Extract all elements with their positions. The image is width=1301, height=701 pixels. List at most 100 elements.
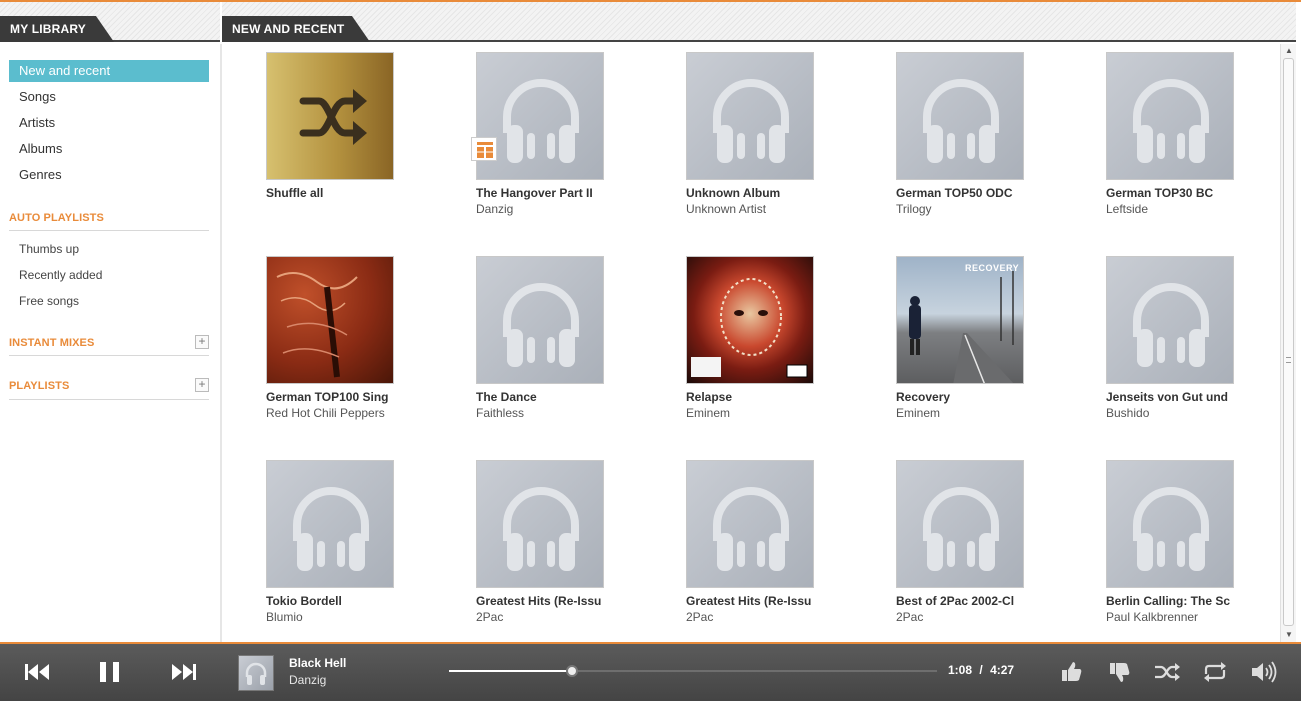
album-artist[interactable]: Faithless (476, 406, 598, 420)
album-artist[interactable]: Eminem (686, 406, 808, 420)
album-artist[interactable]: Danzig (476, 202, 598, 216)
sidebar-item-artists[interactable]: Artists (9, 112, 209, 134)
album-title[interactable]: Tokio Bordell (266, 594, 398, 608)
sidebar-item-genres[interactable]: Genres (9, 164, 209, 186)
now-playing-art[interactable] (238, 655, 274, 691)
shuffle-button[interactable] (1152, 658, 1182, 686)
headphones-placeholder-art[interactable] (686, 460, 814, 588)
album-artist[interactable]: 2Pac (686, 610, 808, 624)
album-artist[interactable]: Bushido (1106, 406, 1228, 420)
album-artist[interactable]: Eminem (896, 406, 1018, 420)
album-title[interactable]: The Dance (476, 390, 608, 404)
progress-knob[interactable] (566, 665, 578, 677)
pill-mosaic-face-art[interactable] (686, 256, 814, 384)
repeat-button[interactable] (1200, 658, 1230, 686)
album-title[interactable]: Shuffle all (266, 186, 398, 200)
album-card[interactable]: Unknown Album Unknown Artist (686, 52, 826, 216)
sidebar-item-songs[interactable]: Songs (9, 86, 209, 108)
section-divider (9, 230, 209, 231)
auto-playlists-title: AUTO PLAYLISTS (9, 212, 104, 224)
album-title[interactable]: German TOP30 BC (1106, 186, 1238, 200)
album-card[interactable]: Jenseits von Gut und Bushido (1106, 256, 1246, 420)
album-card[interactable]: Greatest Hits (Re-Issu 2Pac (686, 460, 826, 624)
album-artist[interactable]: Paul Kalkbrenner (1106, 610, 1228, 624)
album-title[interactable]: Greatest Hits (Re-Issu (476, 594, 608, 608)
headphones-icon (1133, 283, 1209, 367)
album-title[interactable]: Recovery (896, 390, 1028, 404)
album-title[interactable]: The Hangover Part II (476, 186, 608, 200)
pause-button[interactable] (95, 658, 125, 686)
next-button[interactable] (169, 658, 199, 686)
album-artist[interactable]: Leftside (1106, 202, 1228, 216)
album-menu-icon[interactable] (471, 137, 497, 161)
album-grid: Shuffle all The Hangover Part II Danzig (222, 44, 1280, 642)
album-card[interactable]: German TOP30 BC Leftside (1106, 52, 1246, 216)
content-scrollbar[interactable]: ▲ ▼ (1280, 44, 1296, 642)
album-artist[interactable]: Trilogy (896, 202, 1018, 216)
add-instant-mix-button[interactable]: + (195, 335, 209, 349)
album-card[interactable]: The Hangover Part II Danzig (476, 52, 616, 216)
album-card[interactable]: German TOP50 ODC Trilogy (896, 52, 1036, 216)
album-title[interactable]: Greatest Hits (Re-Issu (686, 594, 818, 608)
auto-playlist-thumbs-up[interactable]: Thumbs up (9, 242, 209, 256)
album-title[interactable]: Unknown Album (686, 186, 818, 200)
road-man-art[interactable]: RECOVERY (896, 256, 1024, 384)
album-artist[interactable]: Unknown Artist (686, 202, 808, 216)
volume-button[interactable] (1249, 658, 1279, 686)
album-card[interactable]: Greatest Hits (Re-Issu 2Pac (476, 460, 616, 624)
scroll-thumb[interactable] (1283, 58, 1294, 626)
album-card[interactable]: The Dance Faithless (476, 256, 616, 420)
library-tab[interactable]: MY LIBRARY (0, 16, 114, 42)
previous-button[interactable] (22, 658, 52, 686)
scroll-down-icon[interactable]: ▼ (1284, 630, 1294, 640)
playlists-title[interactable]: PLAYLISTS (9, 380, 209, 392)
headphones-placeholder-art[interactable] (896, 52, 1024, 180)
album-title[interactable]: German TOP100 Sing (266, 390, 398, 404)
album-artist[interactable]: Blumio (266, 610, 388, 624)
headphones-placeholder-art[interactable] (686, 52, 814, 180)
now-playing-artist[interactable]: Danzig (289, 673, 326, 687)
instant-mixes-title[interactable]: INSTANT MIXES (9, 337, 209, 349)
music-app: MY LIBRARY NEW AND RECENT New and recent… (0, 0, 1301, 701)
red-graffiti-art[interactable] (266, 256, 394, 384)
new-and-recent-tab[interactable]: NEW AND RECENT (222, 16, 370, 42)
headphones-placeholder-art[interactable] (896, 460, 1024, 588)
progress-track[interactable] (449, 665, 937, 677)
album-card[interactable]: Relapse Eminem (686, 256, 826, 420)
thumbs-up-button[interactable] (1057, 658, 1087, 686)
auto-playlist-free-songs[interactable]: Free songs (9, 294, 209, 308)
auto-playlist-recently-added[interactable]: Recently added (9, 268, 209, 282)
album-artist[interactable]: 2Pac (896, 610, 1018, 624)
album-card[interactable]: Best of 2Pac 2002-Cl 2Pac (896, 460, 1036, 624)
add-playlist-button[interactable]: + (195, 378, 209, 392)
sidebar-item-albums[interactable]: Albums (9, 138, 209, 160)
headphones-placeholder-art[interactable] (1106, 256, 1234, 384)
album-title[interactable]: Best of 2Pac 2002-Cl (896, 594, 1028, 608)
headphones-placeholder-art[interactable] (266, 460, 394, 588)
album-title[interactable]: Jenseits von Gut und (1106, 390, 1238, 404)
album-title[interactable]: German TOP50 ODC (896, 186, 1028, 200)
album-card[interactable]: Shuffle all (266, 52, 406, 200)
scroll-up-icon[interactable]: ▲ (1284, 46, 1294, 56)
album-title[interactable]: Relapse (686, 390, 818, 404)
headphones-placeholder-art[interactable] (476, 460, 604, 588)
sidebar-item-new-and-recent[interactable]: New and recent (9, 60, 209, 82)
album-card[interactable]: Tokio Bordell Blumio (266, 460, 406, 624)
thumbs-up-icon (1062, 662, 1082, 681)
album-title[interactable]: Berlin Calling: The Sc (1106, 594, 1238, 608)
shuffle-art[interactable] (266, 52, 394, 180)
headphones-placeholder-art[interactable] (476, 256, 604, 384)
headphones-placeholder-art[interactable] (1106, 460, 1234, 588)
album-card[interactable]: RECOVERY Recovery Eminem (896, 256, 1036, 420)
now-playing-title[interactable]: Black Hell (289, 656, 346, 670)
album-artist[interactable]: 2Pac (476, 610, 598, 624)
headphones-placeholder-art[interactable] (1106, 52, 1234, 180)
album-artist[interactable]: Red Hot Chili Peppers (266, 406, 388, 420)
shuffle-icon (299, 89, 367, 145)
player-bar: Black Hell Danzig 1:08 / 4:27 (0, 642, 1301, 701)
progress-fill (449, 670, 573, 672)
album-card[interactable]: German TOP100 Sing Red Hot Chili Peppers (266, 256, 406, 420)
album-card[interactable]: Berlin Calling: The Sc Paul Kalkbrenner (1106, 460, 1246, 624)
thumbs-down-button[interactable] (1105, 658, 1135, 686)
graffiti-art-icon (276, 272, 358, 378)
